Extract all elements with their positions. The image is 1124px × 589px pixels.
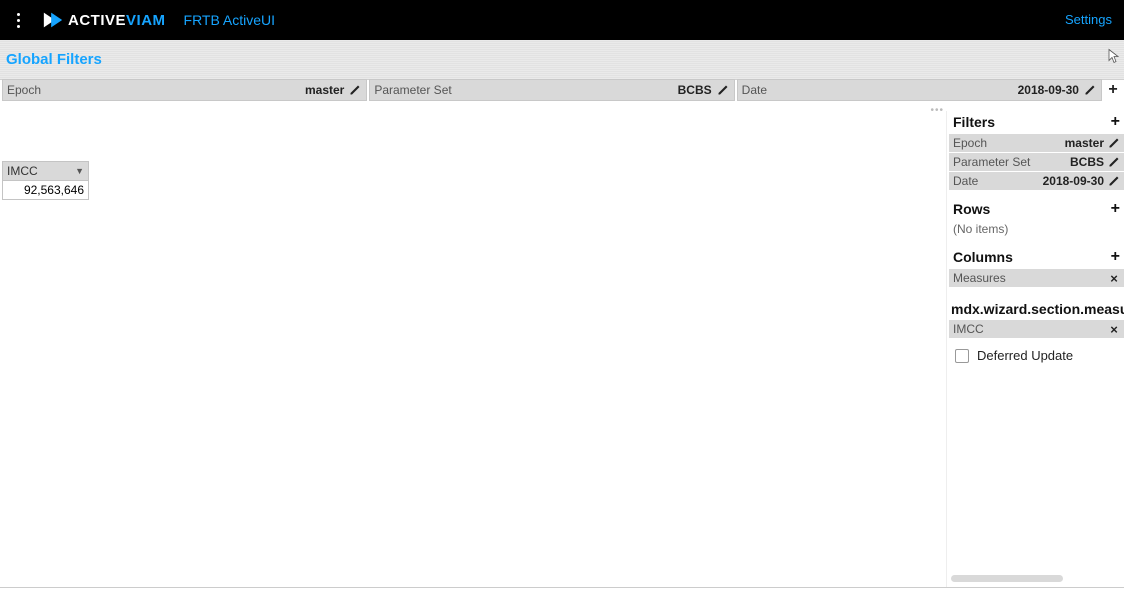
section-title: mdx.wizard.section.measures <box>949 295 1124 319</box>
brand-logo: ACTIVEVIAM <box>42 9 166 31</box>
horizontal-scrollbar-thumb[interactable] <box>951 575 1063 582</box>
edit-icon[interactable] <box>716 80 730 100</box>
main-area: ••• IMCC ▼ 92,563,646 Filters + Epoch ma… <box>0 111 1124 588</box>
top-bar: ACTIVEVIAM FRTB ActiveUI Settings <box>0 0 1124 40</box>
global-filters-row: Epoch master Parameter Set BCBS Date 201… <box>0 79 1124 101</box>
filter-value: BCBS <box>678 80 712 100</box>
wizard-filter-date[interactable]: Date 2018-09-30 <box>949 172 1124 190</box>
wizard-measures-section: mdx.wizard.section.measures IMCC × <box>949 295 1124 338</box>
pivot-panel: ••• IMCC ▼ 92,563,646 <box>0 111 946 588</box>
edit-icon[interactable] <box>1083 80 1097 100</box>
global-filters-header: Global Filters <box>0 40 1124 80</box>
column-header-label: IMCC <box>7 164 38 178</box>
remove-icon[interactable]: × <box>1107 323 1121 336</box>
global-filter-date[interactable]: Date 2018-09-30 <box>737 79 1102 101</box>
add-row-button[interactable]: + <box>1111 200 1120 218</box>
wizard-filter-epoch[interactable]: Epoch master <box>949 134 1124 152</box>
chip-value: 2018-09-30 <box>1043 174 1104 188</box>
section-title: Columns <box>953 249 1013 265</box>
edit-icon[interactable] <box>1107 175 1121 187</box>
menu-dots-icon[interactable] <box>8 8 28 32</box>
section-title: Filters <box>953 114 995 130</box>
chip-label: Epoch <box>953 136 987 150</box>
wizard-column-measures[interactable]: Measures × <box>949 269 1124 287</box>
edit-icon[interactable] <box>348 80 362 100</box>
dropdown-caret-icon[interactable]: ▼ <box>75 166 84 176</box>
global-filter-parameter-set[interactable]: Parameter Set BCBS <box>369 79 734 101</box>
wizard-columns-section: Columns + Measures × <box>949 246 1124 287</box>
section-title: Rows <box>953 201 990 217</box>
divider <box>0 587 1124 588</box>
pivot-table: IMCC ▼ 92,563,646 <box>2 161 89 200</box>
deferred-update-row: Deferred Update <box>949 348 1124 363</box>
deferred-update-checkbox[interactable] <box>955 349 969 363</box>
deferred-update-label: Deferred Update <box>977 348 1073 363</box>
chip-label: Parameter Set <box>953 155 1030 169</box>
global-filters-title: Global Filters <box>6 51 102 68</box>
column-header-imcc[interactable]: IMCC ▼ <box>3 162 89 181</box>
wizard-rows-section: Rows + (No items) <box>949 198 1124 238</box>
chip-label: IMCC <box>953 322 984 336</box>
cell-value[interactable]: 92,563,646 <box>3 181 89 200</box>
chip-label: Measures <box>953 271 1006 285</box>
filter-label: Parameter Set <box>374 83 451 97</box>
activeviam-arrow-icon <box>42 9 64 31</box>
wizard-panel: Filters + Epoch master Parameter Set BCB… <box>946 111 1124 588</box>
brand-suffix: VIAM <box>126 12 166 29</box>
add-filter-button[interactable]: + <box>1111 113 1120 131</box>
chip-label: Date <box>953 174 978 188</box>
edit-icon[interactable] <box>1107 137 1121 149</box>
global-filter-epoch[interactable]: Epoch master <box>2 79 367 101</box>
panel-options-icon[interactable]: ••• <box>930 105 944 116</box>
add-global-filter-button[interactable]: + <box>1104 79 1122 101</box>
chip-value: master <box>1065 136 1104 150</box>
chip-value: BCBS <box>1070 155 1104 169</box>
wizard-filters-section: Filters + Epoch master Parameter Set BCB… <box>949 111 1124 190</box>
settings-link[interactable]: Settings <box>1065 0 1112 40</box>
wizard-measure-imcc[interactable]: IMCC × <box>949 320 1124 338</box>
filter-label: Date <box>742 83 767 97</box>
rows-empty-label: (No items) <box>949 220 1124 238</box>
wizard-filter-parameter-set[interactable]: Parameter Set BCBS <box>949 153 1124 171</box>
brand-prefix: ACTIVE <box>68 12 126 29</box>
filter-label: Epoch <box>7 83 41 97</box>
filter-value: master <box>305 80 344 100</box>
product-name: FRTB ActiveUI <box>184 12 276 28</box>
edit-icon[interactable] <box>1107 156 1121 168</box>
add-column-button[interactable]: + <box>1111 248 1120 266</box>
remove-icon[interactable]: × <box>1107 272 1121 285</box>
cursor-pointer-icon <box>1104 48 1120 71</box>
filter-value: 2018-09-30 <box>1018 80 1079 100</box>
